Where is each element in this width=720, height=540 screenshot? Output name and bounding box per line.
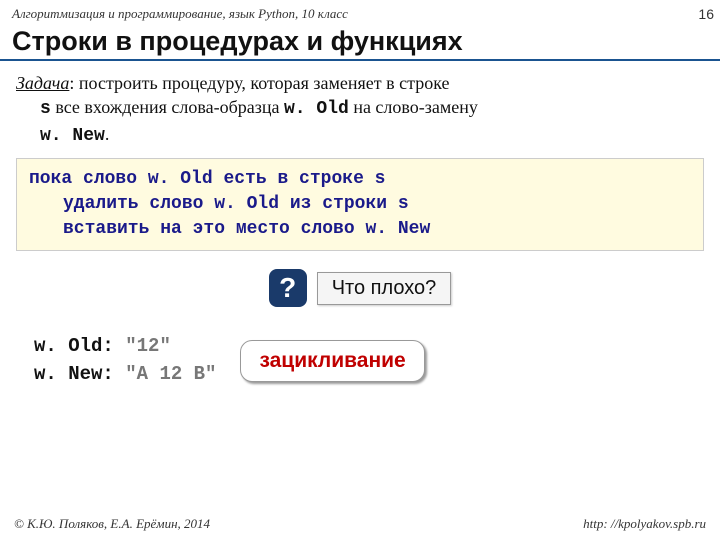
course-title: Алгоритмизация и программирование, язык … xyxy=(12,6,708,22)
task-label: Задача xyxy=(16,73,69,93)
page-number: 16 xyxy=(698,6,714,22)
example-row: w. Old: "12" w. New: "A 12 B" зацикливан… xyxy=(16,333,704,388)
task-text-b: все вхождения слова-образца xyxy=(51,97,284,117)
task-text: Задача: построить процедуру, которая зам… xyxy=(16,71,704,148)
question-box: Что плохо? xyxy=(317,272,452,305)
copyright: © К.Ю. Поляков, Е.А. Ерёмин, 2014 xyxy=(14,516,210,532)
question-row: ? Что плохо? xyxy=(16,269,704,307)
var-s: s xyxy=(40,99,51,119)
var-old: w. Old xyxy=(284,99,349,119)
new-value: "A 12 B" xyxy=(125,363,216,385)
var-new: w. New xyxy=(40,126,105,146)
kw-while: пока xyxy=(29,169,72,189)
pseudo-line2: удалить слово w. Old из строки s xyxy=(63,194,409,214)
pseudo-line3: вставить на это место слово w. New xyxy=(63,219,430,239)
slide-title: Строки в процедурах и функциях xyxy=(12,26,708,57)
divider xyxy=(0,59,720,61)
old-label: w. Old: xyxy=(34,335,114,357)
footer: © К.Ю. Поляков, Е.А. Ерёмин, 2014 http: … xyxy=(0,516,720,532)
task-text-d: . xyxy=(105,124,110,144)
question-icon: ? xyxy=(269,269,307,307)
old-value: "12" xyxy=(125,335,171,357)
new-label: w. New: xyxy=(34,363,114,385)
task-text-c: на слово-замену xyxy=(349,97,478,117)
loop-warning: зацикливание xyxy=(240,340,424,382)
pseudo-line1: слово w. Old есть в строке s xyxy=(72,169,385,189)
source-url: http: //kpolyakov.spb.ru xyxy=(583,516,706,532)
example-values: w. Old: "12" w. New: "A 12 B" xyxy=(34,333,216,388)
pseudocode-box: пока слово w. Old есть в строке s удалит… xyxy=(16,158,704,252)
task-text-a: : построить процедуру, которая заменяет … xyxy=(69,73,449,93)
